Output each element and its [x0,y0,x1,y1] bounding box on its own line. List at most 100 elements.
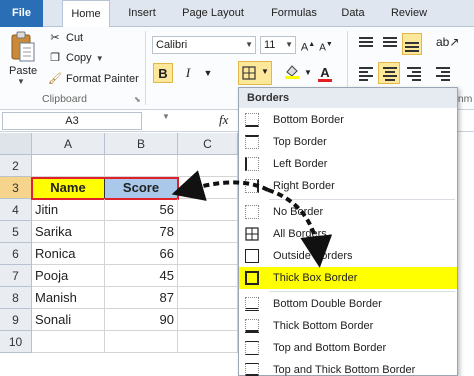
menu-item-label: Top and Thick Bottom Border [273,364,416,376]
font-size-select[interactable]: 11 ▼ [260,36,296,54]
cell-c10[interactable] [178,331,238,353]
decrease-indent-icon[interactable] [436,65,454,83]
bottom-align-icon[interactable] [402,33,422,55]
cell-c6[interactable] [178,243,238,265]
more-font-caret-icon[interactable]: ▼ [200,63,216,83]
cell-name[interactable]: Sarika [32,221,105,243]
paste-dropdown-caret[interactable]: ▼ [17,77,25,86]
menu-item-label: Right Border [273,180,335,192]
cell-name[interactable]: Manish [32,287,105,309]
menu-item-outside-borders[interactable]: Outside Borders [239,245,457,267]
menu-item-top-and-bottom-border[interactable]: Top and Bottom Border [239,337,457,359]
row-header-9[interactable]: 9 [0,309,32,331]
bold-button[interactable]: B [153,63,173,83]
tab-formulas[interactable]: Formulas [266,0,322,27]
chevron-down-icon: ▼ [245,40,253,49]
menu-item-label: Bottom Border [273,114,344,126]
cell-c3[interactable] [178,177,238,199]
column-header-c[interactable]: C [178,133,238,155]
cell-name[interactable]: Jitin [32,199,105,221]
menu-item-bottom-border[interactable]: Bottom Border [239,109,457,131]
borders-button[interactable]: ▼ [238,61,272,85]
row-header-5[interactable]: 5 [0,221,32,243]
font-color-icon[interactable]: A [316,63,334,83]
insert-function-icon[interactable]: fx [219,112,228,128]
tab-home[interactable]: Home [62,0,110,28]
menu-item-top-border[interactable]: Top Border [239,131,457,153]
cell-score[interactable]: 56 [105,199,178,221]
menu-item-label: All Borders [273,228,327,240]
cell-c4[interactable] [178,199,238,221]
cell-c8[interactable] [178,287,238,309]
tab-file[interactable]: File [0,0,43,27]
cell-score[interactable]: 78 [105,221,178,243]
row-header-2[interactable]: 2 [0,155,32,177]
row-header-8[interactable]: 8 [0,287,32,309]
cell-score[interactable]: 87 [105,287,178,309]
menu-item-thick-box-border[interactable]: Thick Box Border [239,267,457,289]
no-border-icon [245,205,259,219]
cell-score[interactable]: 66 [105,243,178,265]
menu-item-bottom-double-border[interactable]: Bottom Double Border [239,293,457,315]
menu-item-left-border[interactable]: Left Border [239,153,457,175]
bottom-border-icon [245,113,259,127]
row-header-10[interactable]: 10 [0,331,32,353]
menu-item-top-and-thick-bottom-border[interactable]: Top and Thick Bottom Border [239,359,457,376]
menu-item-all-borders[interactable]: All Borders [239,223,457,245]
chevron-down-icon[interactable]: ▼ [304,63,312,83]
clipboard-launcher-icon[interactable]: ⬊ [134,95,141,104]
cut-button[interactable]: ✂ Cut [48,29,83,47]
menu-item-label: Top and Bottom Border [273,342,387,354]
font-family-select[interactable]: Calibri ▼ [152,36,256,54]
cell-name[interactable]: Ronica [32,243,105,265]
menu-item-label: No Border [273,206,324,218]
cell-c9[interactable] [178,309,238,331]
menu-item-thick-bottom-border[interactable]: Thick Bottom Border [239,315,457,337]
tab-page-layout[interactable]: Page Layout [180,0,246,27]
align-center-icon[interactable] [378,62,400,84]
select-all-corner[interactable] [0,133,32,155]
italic-button[interactable]: I [180,63,196,83]
cell-b2[interactable] [105,155,178,177]
menu-item-label: Top Border [273,136,327,148]
tab-review[interactable]: Review [388,0,430,27]
cell-name[interactable]: Pooja [32,265,105,287]
menu-item-right-border[interactable]: Right Border [239,175,457,197]
align-right-icon[interactable] [407,65,425,83]
paste-button[interactable]: Paste [9,65,37,77]
name-box-dropdown-caret[interactable]: ▼ [162,112,170,121]
tab-insert[interactable]: Insert [124,0,160,27]
format-painter-button[interactable]: 🖌 Format Painter [48,70,139,88]
shrink-font-icon[interactable]: A▼ [318,35,334,55]
middle-align-icon[interactable] [383,35,401,53]
name-box[interactable]: A3 [2,112,142,130]
cell-name[interactable]: Sonali [32,309,105,331]
copy-dropdown-caret[interactable]: ▼ [96,54,104,63]
fill-color-icon[interactable] [282,63,302,83]
cell-score[interactable]: 90 [105,309,178,331]
cell-c5[interactable] [178,221,238,243]
row-header-4[interactable]: 4 [0,199,32,221]
top-align-icon[interactable] [359,35,377,53]
row-header-6[interactable]: 6 [0,243,32,265]
menu-item-label: Bottom Double Border [273,298,382,310]
cell-c2[interactable] [178,155,238,177]
align-left-icon[interactable] [359,65,377,83]
cell-c7[interactable] [178,265,238,287]
column-header-a[interactable]: A [32,133,105,155]
column-header-b[interactable]: B [105,133,178,155]
cut-label: Cut [66,32,84,44]
cell-b10[interactable] [105,331,178,353]
menu-item-no-border[interactable]: No Border [239,201,457,223]
row-header-7[interactable]: 7 [0,265,32,287]
cell-a10[interactable] [32,331,105,353]
row-header-3[interactable]: 3 [0,177,32,199]
paste-icon[interactable] [10,31,36,63]
tab-data[interactable]: Data [338,0,368,27]
grow-font-icon[interactable]: A▲ [300,35,316,55]
thick-box-border-icon [245,271,259,285]
cell-score[interactable]: 45 [105,265,178,287]
cell-a2[interactable] [32,155,105,177]
orientation-icon[interactable]: ab↗ [436,35,459,53]
copy-button[interactable]: ❐ Copy ▼ [48,49,104,67]
